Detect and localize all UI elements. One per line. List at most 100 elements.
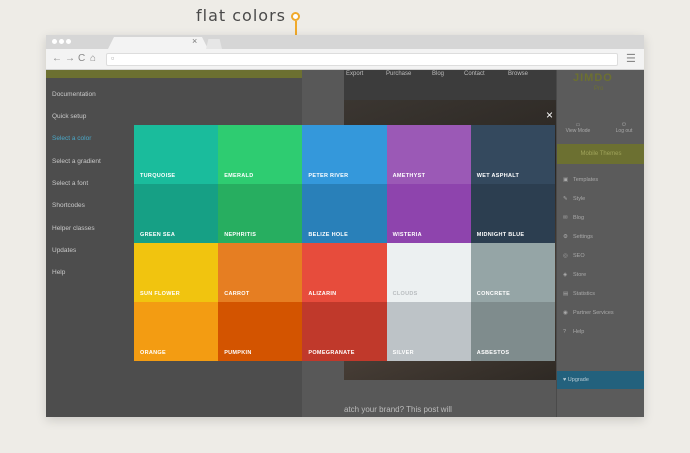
color-swatch-label: CONCRETE	[476, 291, 511, 297]
site-nav-link[interactable]: Blog	[432, 71, 444, 77]
color-swatch-label: TURQUOISE	[140, 173, 176, 179]
jimdo-logo: JIMDO	[573, 72, 613, 84]
color-swatch-belize-hole[interactable]: BELIZE HOLE	[302, 184, 387, 243]
color-swatch-clouds[interactable]: CLOUDS	[386, 243, 471, 302]
templates-icon: ▣	[563, 177, 569, 183]
color-swatch-green-sea[interactable]: GREEN SEA	[134, 184, 219, 243]
forward-icon[interactable]: →	[65, 53, 75, 64]
menu-statistics[interactable]: ▤ Statistics	[563, 291, 595, 297]
color-swatch-midnight-blue[interactable]: MIDNIGHT BLUE	[470, 184, 555, 243]
color-swatch-nephritis[interactable]: NEPHRITIS	[218, 184, 303, 243]
menu-store[interactable]: ◈ Store	[563, 272, 586, 278]
docs-nav-shortcodes[interactable]: Shortcodes	[52, 202, 85, 209]
color-swatch-silver[interactable]: SILVER	[386, 302, 471, 361]
log-out-button[interactable]: ⏻ Log out	[609, 122, 639, 134]
color-swatch-wet-asphalt[interactable]: WET ASPHALT	[470, 125, 555, 184]
color-swatch-sun-flower[interactable]: SUN FLOWER	[134, 243, 219, 302]
color-swatch-pomegranate[interactable]: POMEGRANATE	[302, 302, 387, 361]
color-swatch-pumpkin[interactable]: PUMPKIN	[218, 302, 303, 361]
site-nav-link[interactable]: Purchase	[386, 71, 411, 77]
color-swatch-label: SUN FLOWER	[140, 291, 180, 297]
log-out-label: Log out	[615, 128, 633, 134]
color-swatch-carrot[interactable]: CARROT	[218, 243, 303, 302]
tab-close-icon[interactable]: ×	[192, 36, 197, 46]
menu-store-label: Store	[573, 272, 587, 278]
color-swatch-turquoise[interactable]: TURQUOISE	[134, 125, 219, 184]
window-close-dot[interactable]	[52, 39, 57, 44]
back-icon[interactable]: ←	[52, 53, 62, 64]
site-nav-link[interactable]: Export	[346, 71, 363, 77]
color-swatch-label: ASBESTOS	[476, 350, 510, 356]
docs-nav-select-color[interactable]: Select a color	[52, 135, 91, 142]
seo-icon: ◎	[563, 253, 568, 259]
color-palette-grid: TURQUOISE EMERALD PETER RIVER AMETHYST WET A…	[134, 125, 555, 361]
color-swatch-label: PETER RIVER	[308, 173, 349, 179]
color-swatch-label: SILVER	[392, 350, 414, 356]
site-nav-link[interactable]: Contact	[464, 71, 485, 77]
color-swatch-wisteria[interactable]: WISTERIA	[386, 184, 471, 243]
gear-icon: ⚙	[563, 234, 568, 240]
close-icon[interactable]: ×	[546, 108, 553, 122]
docs-nav-help[interactable]: Help	[52, 269, 65, 276]
docs-nav-updates[interactable]: Updates	[52, 247, 76, 254]
menu-style[interactable]: ✎ Style	[563, 196, 585, 202]
page-content: Documentation Quick setup Select a color…	[46, 70, 644, 417]
blog-icon: ✉	[563, 215, 568, 221]
color-swatch-amethyst[interactable]: AMETHYST	[386, 125, 471, 184]
jimdo-pro-label: Pro	[594, 86, 604, 92]
menu-blog[interactable]: ✉ Blog	[563, 215, 584, 221]
color-swatch-emerald[interactable]: EMERALD	[218, 125, 303, 184]
browser-menu-icon[interactable]: ☰	[626, 52, 636, 65]
menu-partner-label: Partner Services	[573, 310, 614, 316]
help-icon: ?	[563, 329, 567, 335]
color-swatch-label: POMEGRANATE	[308, 350, 355, 356]
color-swatch-label: EMERALD	[224, 173, 254, 179]
docs-nav-documentation[interactable]: Documentation	[52, 91, 96, 98]
mobile-themes-button[interactable]: Mobile Themes	[557, 144, 644, 164]
menu-settings[interactable]: ⚙ Settings	[563, 234, 593, 240]
view-mode-button[interactable]: ▭ View Mode	[563, 122, 593, 134]
window-minimize-dot[interactable]	[59, 39, 64, 44]
jimdo-sidebar: JIMDO Pro ▭ View Mode ⏻ Log out Mobile The…	[556, 70, 644, 417]
upgrade-button[interactable]: ♥ Upgrade	[557, 371, 644, 389]
color-swatch-concrete[interactable]: CONCRETE	[470, 243, 555, 302]
menu-seo[interactable]: ◎ SEO	[563, 253, 585, 259]
color-swatch-label: ORANGE	[140, 350, 166, 356]
color-swatch-label: BELIZE HOLE	[308, 232, 349, 238]
color-swatch-label: WET ASPHALT	[476, 173, 520, 179]
menu-templates-label: Templates	[573, 177, 599, 183]
docs-nav-helper-classes[interactable]: Helper classes	[52, 225, 95, 232]
window-zoom-dot[interactable]	[66, 39, 71, 44]
site-nav-link[interactable]: Browse	[508, 71, 528, 77]
store-icon: ◈	[563, 272, 568, 278]
docs-nav-select-gradient[interactable]: Select a gradient	[52, 158, 101, 165]
menu-help[interactable]: ? Help	[563, 329, 584, 335]
reload-icon[interactable]: C	[78, 53, 85, 64]
color-swatch-alizarin[interactable]: ALIZARIN	[302, 243, 387, 302]
style-icon: ✎	[563, 196, 568, 202]
color-swatch-label: WISTERIA	[392, 232, 422, 238]
home-icon[interactable]: ⌂	[90, 53, 96, 64]
annotation-label: flat colors	[196, 6, 286, 25]
menu-statistics-label: Statistics	[573, 291, 596, 297]
docs-nav-quick-setup[interactable]: Quick setup	[52, 113, 86, 120]
annotation-dot-top	[291, 12, 300, 21]
menu-blog-label: Blog	[573, 215, 585, 221]
color-swatch-orange[interactable]: ORANGE	[134, 302, 219, 361]
menu-help-label: Help	[573, 329, 585, 335]
site-header: Export Purchase Blog Contact Browse	[344, 70, 556, 100]
color-swatch-peter-river[interactable]: PETER RIVER	[302, 125, 387, 184]
address-bar[interactable]: ▫	[106, 53, 618, 66]
menu-settings-label: Settings	[573, 234, 593, 240]
color-swatch-asbestos[interactable]: ASBESTOS	[470, 302, 555, 361]
browser-tabbar: ×	[46, 35, 644, 49]
menu-templates[interactable]: ▣ Templates	[563, 177, 598, 183]
browser-navbar: ← → C ⌂ ▫ ☰	[46, 49, 644, 70]
post-caption: atch your brand? This post will	[344, 405, 452, 414]
docs-nav-select-font[interactable]: Select a font	[52, 180, 88, 187]
color-swatch-label: ALIZARIN	[308, 291, 337, 297]
color-swatch-label: GREEN SEA	[140, 232, 176, 238]
menu-partner-services[interactable]: ◉ Partner Services	[563, 310, 614, 316]
color-swatch-label: NEPHRITIS	[224, 232, 257, 238]
new-tab-button[interactable]	[206, 39, 222, 49]
